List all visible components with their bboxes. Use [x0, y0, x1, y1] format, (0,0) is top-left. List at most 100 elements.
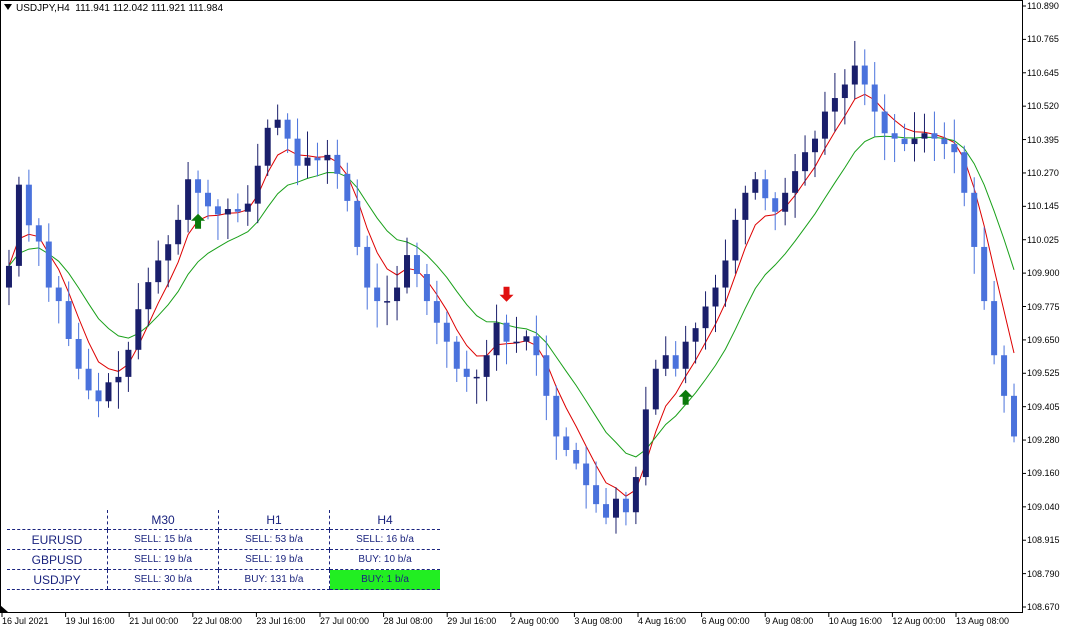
bear-candle — [563, 436, 570, 450]
time-tick-label: 27 Jul 00:00 — [320, 616, 370, 626]
price-tick-label: 109.040 — [1027, 501, 1060, 512]
bull-candle — [254, 165, 261, 204]
bull-candle — [15, 184, 22, 266]
bull-candle — [155, 260, 162, 283]
time-tick-label: 4 Aug 16:00 — [638, 616, 687, 626]
buy-arrow-icon — [191, 213, 206, 229]
price-tick-label: 110.395 — [1027, 134, 1059, 145]
time-tick-label: 29 Jul 16:00 — [447, 616, 497, 626]
price-tick-label: 109.775 — [1027, 301, 1060, 312]
bull-candle — [841, 84, 848, 99]
bear-candle — [622, 498, 629, 513]
bull-candle — [851, 65, 858, 85]
bull-candle — [821, 111, 828, 139]
bear-candle — [941, 138, 948, 145]
bull-candle — [612, 498, 619, 518]
bear-candle — [195, 179, 202, 193]
bull-candle — [782, 192, 789, 212]
bull-candle — [692, 328, 699, 342]
signal-cell: SELL: 15 b/a — [107, 529, 219, 550]
buy-arrow-icon — [678, 389, 693, 405]
price-tick-label: 108.915 — [1027, 535, 1060, 546]
bull-candle — [493, 322, 500, 356]
bull-candle — [304, 157, 311, 166]
bull-candle — [921, 133, 928, 139]
bear-candle — [583, 463, 590, 486]
price-tick-label: 109.405 — [1027, 401, 1060, 412]
bear-candle — [573, 449, 580, 464]
signal-cell: SELL: 19 b/a — [107, 549, 219, 570]
bull-candle — [652, 368, 659, 410]
bear-candle — [65, 301, 72, 339]
time-tick-label: 22 Jul 08:00 — [192, 616, 242, 626]
time-tick-label: 6 Aug 00:00 — [701, 616, 750, 626]
bear-candle — [593, 485, 600, 505]
bear-candle — [553, 395, 560, 437]
price-tick-label: 110.520 — [1027, 101, 1059, 112]
bull-candle — [175, 219, 182, 245]
bear-candle — [413, 255, 420, 275]
bull-candle — [115, 376, 122, 383]
price-tick-label: 109.650 — [1027, 334, 1060, 345]
bear-candle — [961, 152, 968, 193]
bull-candle — [264, 127, 271, 166]
bear-candle — [344, 173, 351, 201]
signal-table: M30 H1 H4 EURUSD SELL: 15 b/a SELL: 53 b… — [7, 510, 440, 590]
chevron-down-icon[interactable] — [4, 4, 12, 10]
bull-candle — [712, 287, 719, 307]
bull-candle — [792, 171, 799, 193]
bull-candle — [125, 349, 132, 377]
bear-candle — [45, 241, 52, 288]
sell-arrow-icon — [499, 286, 514, 302]
bull-candle — [105, 382, 112, 402]
signal-cell: SELL: 53 b/a — [218, 529, 330, 550]
bear-candle — [423, 274, 430, 302]
price-tick-label: 110.025 — [1027, 234, 1059, 245]
bear-candle — [354, 200, 361, 247]
bull-candle — [812, 138, 819, 153]
time-tick-label: 3 Aug 08:00 — [574, 616, 623, 626]
bull-candle — [5, 265, 12, 288]
price-tick-label: 109.525 — [1027, 368, 1060, 379]
time-tick-label: 13 Aug 08:00 — [956, 616, 1010, 626]
ohlc-values: 111.941 112.042 111.921 111.984 — [75, 3, 224, 14]
bull-candle — [404, 255, 411, 288]
bull-candle — [274, 119, 281, 128]
bear-candle — [503, 322, 510, 342]
bull-candle — [165, 244, 172, 261]
bull-candle — [185, 179, 192, 220]
bear-candle — [35, 225, 42, 242]
bear-candle — [901, 138, 908, 145]
tf-header-m30: M30 — [107, 510, 219, 530]
bear-candle — [871, 84, 878, 112]
price-tick-label: 110.765 — [1027, 34, 1059, 45]
bear-candle — [75, 338, 82, 369]
bear-candle — [55, 287, 62, 302]
price-tick-label: 109.280 — [1027, 435, 1060, 446]
price-tick-label: 110.890 — [1027, 1, 1059, 11]
bull-candle — [802, 152, 809, 172]
symbol-label: USDJPY,H4 — [16, 3, 70, 14]
pair-label: USDJPY — [7, 569, 108, 590]
price-tick-label: 110.645 — [1027, 67, 1059, 78]
bear-candle — [1011, 395, 1018, 437]
bear-candle — [433, 301, 440, 323]
bear-candle — [1001, 355, 1008, 396]
bear-candle — [533, 336, 540, 356]
bull-candle — [394, 287, 401, 302]
time-tick-label: 10 Aug 16:00 — [828, 616, 882, 626]
bear-candle — [981, 246, 988, 302]
bear-candle — [364, 246, 371, 288]
bear-candle — [891, 133, 898, 139]
bear-candle — [25, 184, 32, 226]
signal-cell: BUY: 131 b/a — [218, 569, 330, 590]
bear-candle — [991, 301, 998, 356]
chart-title: USDJPY,H4 111.941 112.042 111.921 111.98… — [4, 3, 223, 14]
bear-candle — [85, 368, 92, 391]
bull-candle — [224, 209, 231, 215]
bull-candle — [742, 192, 749, 220]
bull-candle — [244, 203, 251, 212]
bear-candle — [971, 192, 978, 247]
price-tick-label: 110.145 — [1027, 201, 1059, 212]
bull-candle — [682, 341, 689, 369]
